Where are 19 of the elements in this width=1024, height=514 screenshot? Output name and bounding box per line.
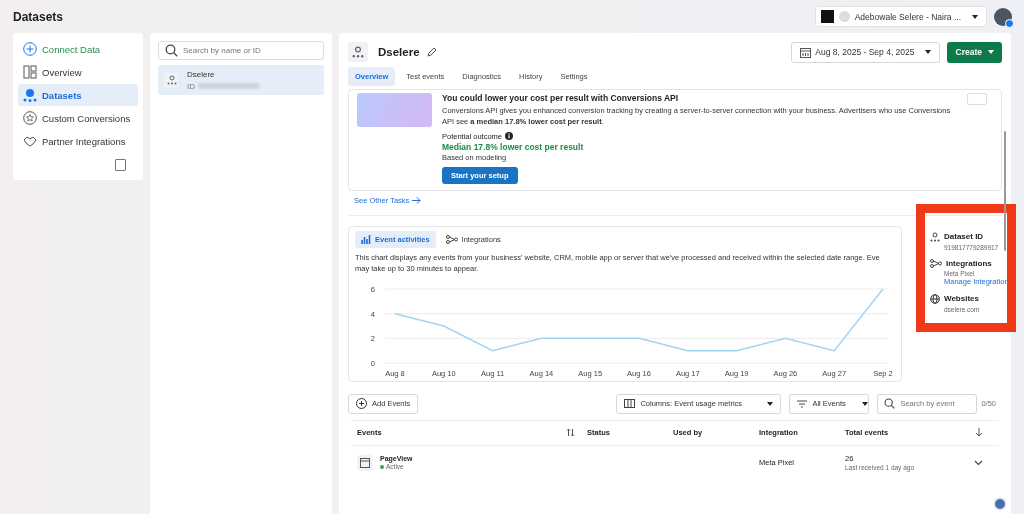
info-title: Dataset ID bbox=[944, 232, 984, 242]
connect-data-link[interactable]: Connect Data bbox=[18, 38, 138, 60]
outcome-value: Median 17.8% lower cost per result bbox=[442, 141, 585, 152]
date-range-button[interactable]: Aug 8, 2025 - Sep 4, 2025 bbox=[791, 41, 940, 63]
info-title: Websites bbox=[944, 294, 979, 304]
search-field[interactable]: Search by name or ID bbox=[158, 41, 324, 60]
info-title: Integrations bbox=[946, 258, 992, 268]
page-title: Datasets bbox=[13, 9, 64, 24]
nav-item[interactable]: Datasets bbox=[18, 84, 138, 106]
dataset-item[interactable]: Dselere ID bbox=[158, 65, 324, 95]
id-label: ID bbox=[187, 81, 195, 91]
nav-item[interactable]: Partner Integrations bbox=[18, 130, 138, 152]
dataset-name: Dselere bbox=[187, 69, 216, 79]
nav-item[interactable]: Custom Conversions bbox=[18, 107, 138, 129]
nav-item[interactable]: Overview bbox=[18, 61, 138, 83]
account-selector[interactable]: Adebowale Selere - Naira ... bbox=[814, 6, 987, 27]
create-button[interactable]: Create bbox=[946, 41, 1002, 63]
dataset-title: Dselere bbox=[378, 46, 420, 58]
promo-title: You could lower your cost per result with Conversions API bbox=[442, 93, 680, 103]
